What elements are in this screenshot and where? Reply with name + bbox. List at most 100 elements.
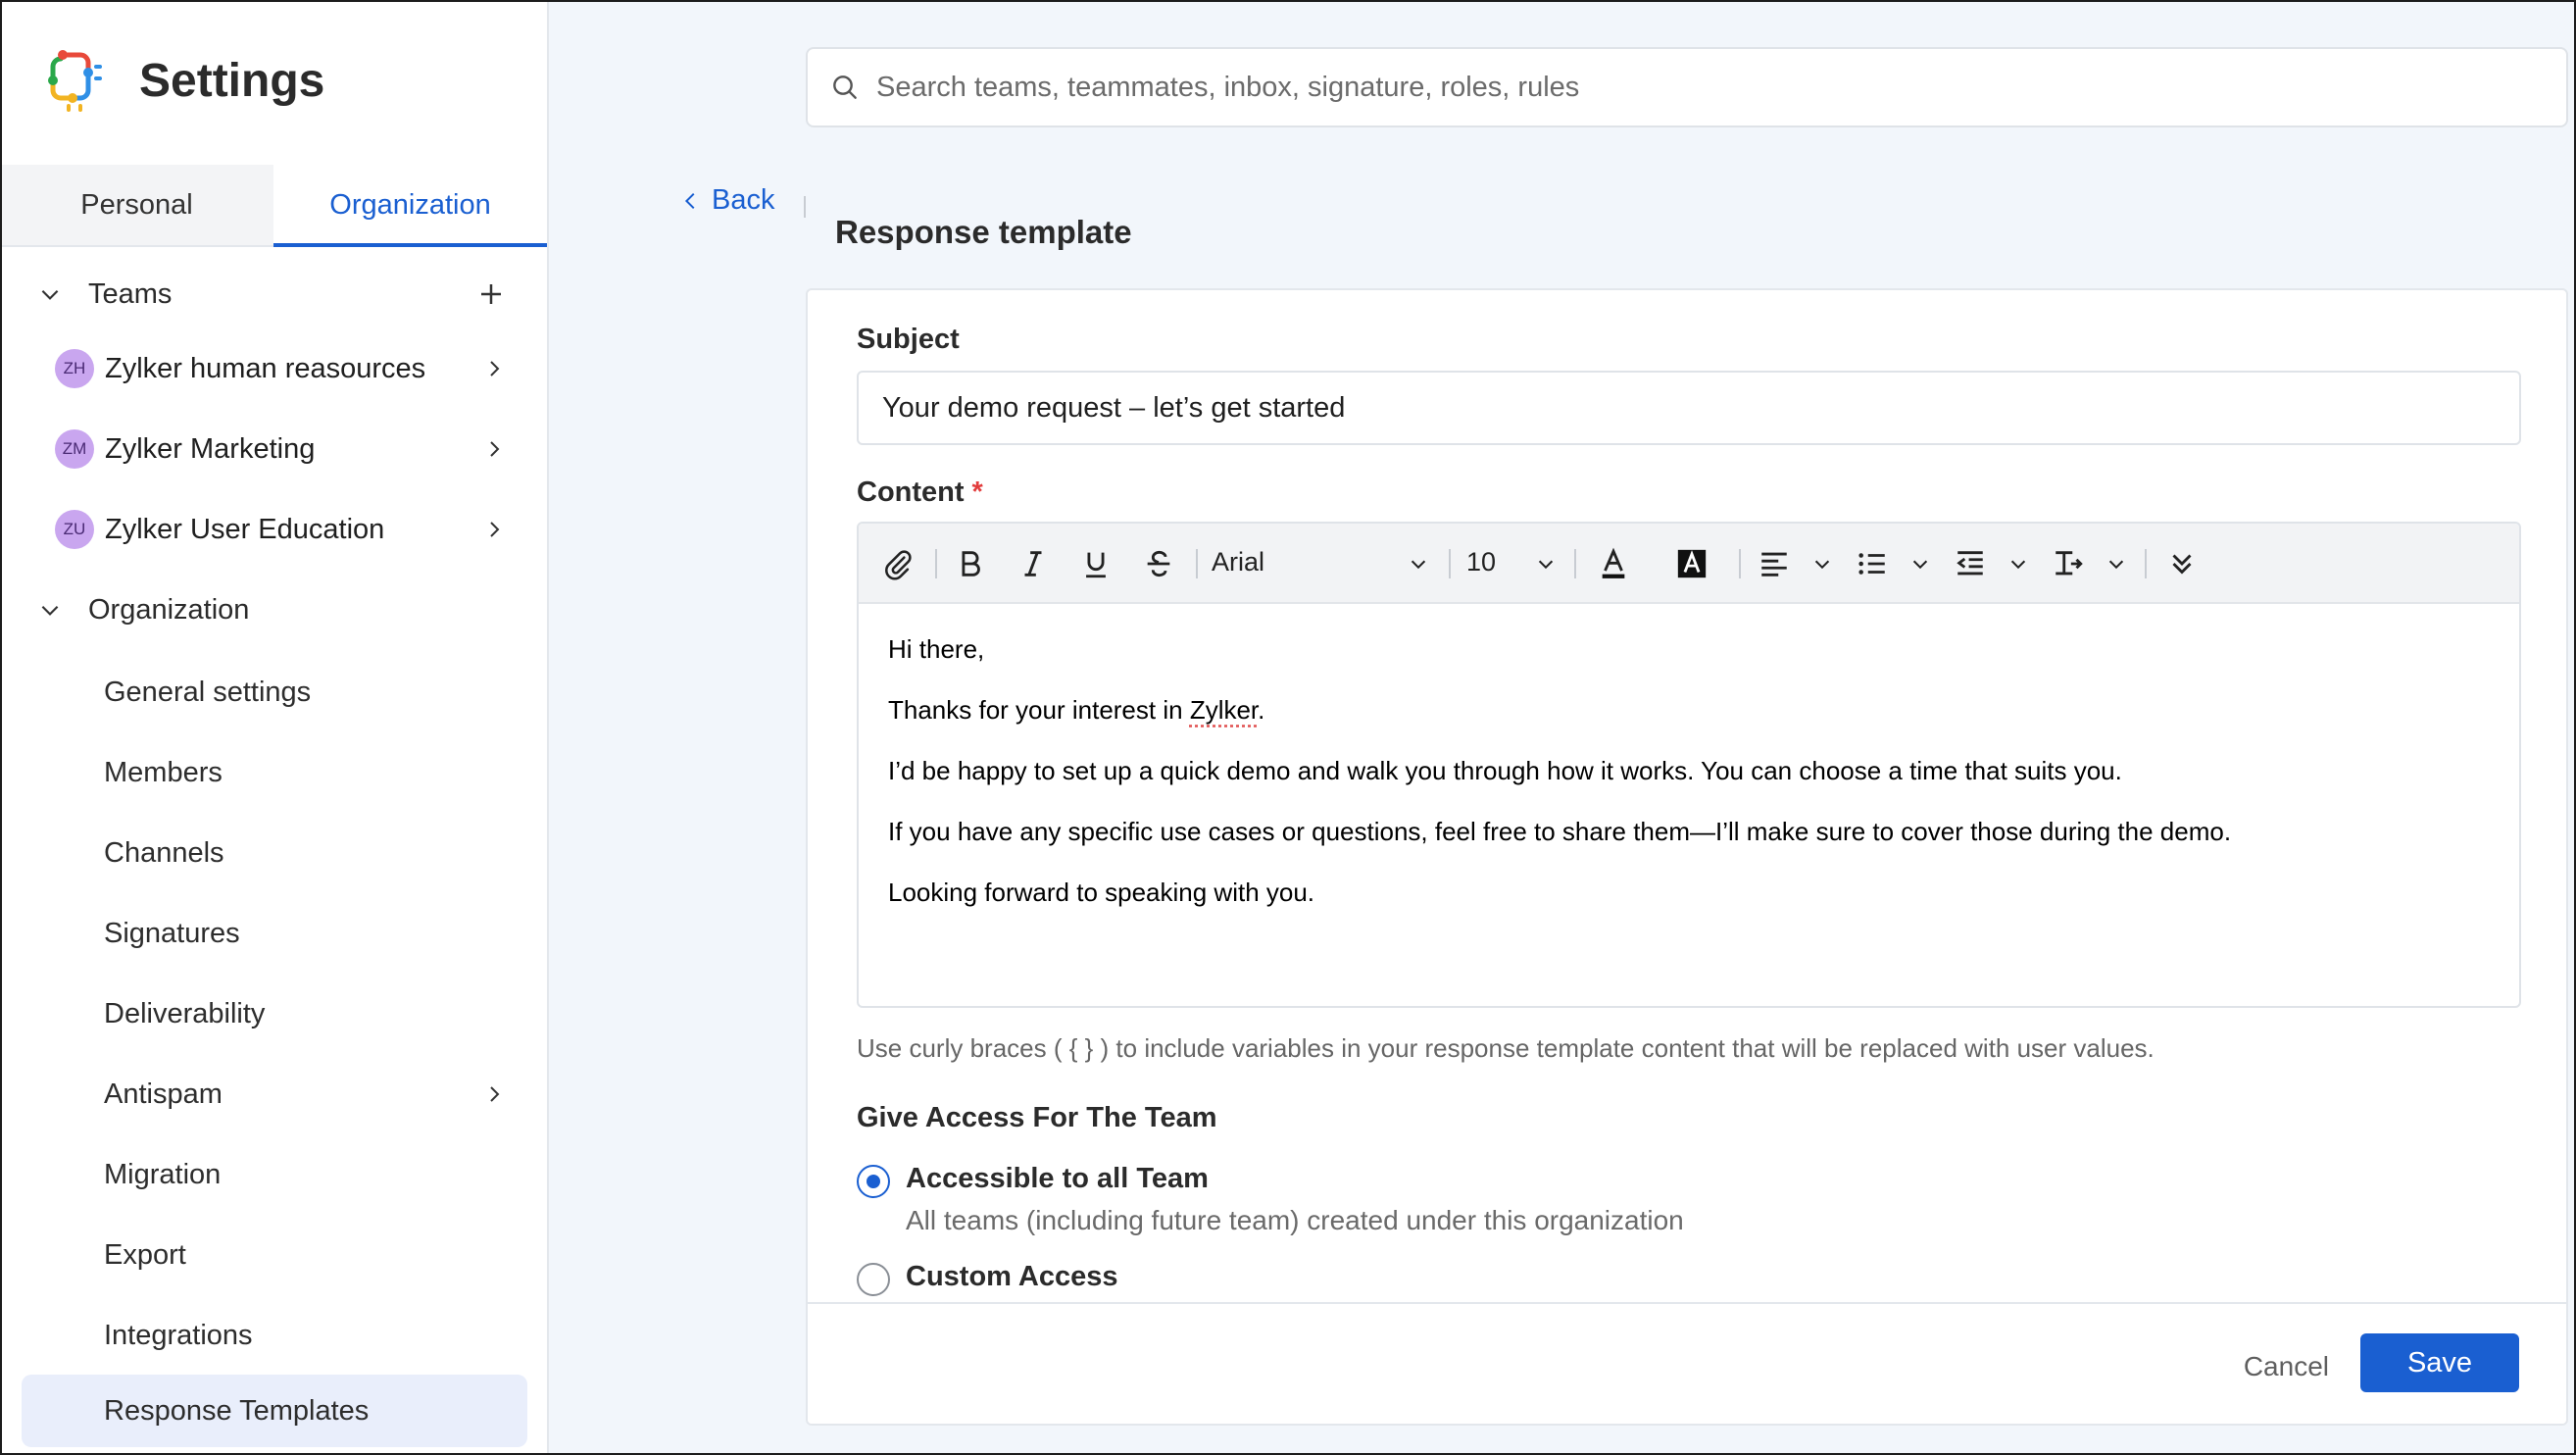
cancel-button[interactable]: Cancel	[2224, 1339, 2349, 1394]
sidebar-item-migration[interactable]: Migration	[0, 1137, 547, 1212]
team-avatar: ZM	[55, 429, 94, 469]
organization-section-header[interactable]: Organization	[0, 573, 547, 647]
text-direction-icon	[2056, 551, 2083, 576]
bullet-list-icon	[1858, 553, 1885, 575]
app-logo-icon	[48, 50, 102, 112]
sidebar-item-label: Migration	[104, 1158, 222, 1190]
team-avatar: ZU	[55, 510, 94, 549]
form-footer: Cancel Save	[808, 1302, 2566, 1424]
content-line: I’d be happy to set up a quick demo and …	[888, 756, 2122, 785]
app-title: Settings	[139, 54, 325, 107]
sidebar-item-response-templates[interactable]: Response Templates	[22, 1375, 527, 1447]
toolbar-divider	[935, 549, 937, 578]
team-avatar: ZH	[55, 349, 94, 388]
font-family-select[interactable]: Arial	[1212, 547, 1264, 577]
chevron-down-icon[interactable]	[2105, 553, 2127, 575]
editor-toolbar: Arial 10	[859, 524, 2519, 604]
content-line: Hi there,	[888, 634, 985, 664]
sidebar-item-label: Channels	[104, 836, 224, 869]
sidebar-item-label: Zylker User Education	[105, 513, 385, 545]
subject-label: Subject	[857, 324, 960, 355]
sidebar-item-export[interactable]: Export	[0, 1218, 547, 1292]
radio-accessible-all[interactable]	[857, 1165, 890, 1198]
outdent-icon	[1957, 551, 1983, 576]
content-text: .	[1258, 695, 1265, 725]
sidebar-item-label: Response Templates	[104, 1394, 370, 1427]
double-chevron-down-icon	[2172, 554, 2192, 575]
sidebar-item-members[interactable]: Members	[0, 735, 547, 810]
italic-button[interactable]	[1014, 544, 1053, 583]
clear-format-button[interactable]	[2049, 544, 2088, 583]
bold-button[interactable]	[951, 544, 990, 583]
sidebar-item-general-settings[interactable]: General settings	[0, 655, 547, 729]
chevron-right-icon	[490, 1086, 500, 1102]
content-label-text: Content	[857, 477, 965, 508]
sidebar-item-label: Zylker human reasources	[105, 352, 426, 384]
subject-input[interactable]	[857, 371, 2521, 445]
teams-section-label: Teams	[88, 277, 173, 310]
italic-icon	[1024, 551, 1042, 577]
strikethrough-icon	[1147, 550, 1170, 577]
sidebar-item-signatures[interactable]: Signatures	[0, 896, 547, 971]
access-option-all[interactable]: Accessible to all Team All teams (includ…	[857, 1163, 1684, 1236]
sidebar: Settings Personal Organization Teams ZH …	[0, 0, 549, 1455]
content-label: Content *	[857, 477, 983, 509]
content-line: Looking forward to speaking with you.	[888, 878, 1315, 907]
editor-content[interactable]: Hi there, Thanks for your interest in Zy…	[888, 633, 2490, 937]
more-tools-button[interactable]	[2162, 544, 2202, 583]
brand: Settings	[39, 41, 324, 120]
font-size-select[interactable]: 10	[1466, 547, 1496, 577]
underline-button[interactable]	[1076, 544, 1115, 583]
add-team-icon[interactable]	[476, 279, 506, 309]
content-line: If you have any specific use cases or qu…	[888, 817, 2232, 846]
underline-icon	[1086, 552, 1106, 578]
organization-section-label: Organization	[88, 593, 250, 626]
option-title: Accessible to all Team	[906, 1163, 1209, 1194]
access-option-custom[interactable]: Custom Access	[857, 1261, 1118, 1296]
strikethrough-button[interactable]	[1139, 544, 1178, 583]
highlight-icon	[1677, 549, 1707, 578]
list-button[interactable]	[1853, 544, 1892, 583]
sidebar-item-label: Members	[104, 756, 223, 788]
page-title: Response template	[835, 214, 1132, 250]
sidebar-item-label: Antispam	[104, 1078, 223, 1110]
sidebar-item-team[interactable]: ZM Zylker Marketing	[0, 412, 547, 486]
attach-button[interactable]	[878, 544, 917, 583]
sidebar-item-channels[interactable]: Channels	[0, 816, 547, 890]
tab-organization[interactable]: Organization	[273, 165, 547, 247]
sidebar-item-team[interactable]: ZU Zylker User Education	[0, 492, 547, 567]
tab-personal[interactable]: Personal	[0, 165, 273, 245]
variables-hint: Use curly braces ( { } ) to include vari…	[857, 1033, 2155, 1063]
teams-section-header[interactable]: Teams	[0, 257, 547, 331]
highlight-color-button[interactable]	[1672, 544, 1711, 583]
sidebar-item-deliverability[interactable]: Deliverability	[0, 977, 547, 1051]
align-button[interactable]	[1755, 544, 1794, 583]
chevron-right-icon	[490, 522, 500, 537]
chevron-down-icon[interactable]	[1909, 553, 1931, 575]
toolbar-divider	[1449, 549, 1451, 578]
sidebar-item-label: Zylker Marketing	[105, 432, 316, 465]
indent-button[interactable]	[1951, 544, 1990, 583]
sidebar-item-team[interactable]: ZH Zylker human reasources	[0, 331, 547, 406]
sidebar-item-label: General settings	[104, 676, 312, 708]
chevron-down-icon[interactable]	[2007, 553, 2029, 575]
save-button[interactable]: Save	[2360, 1333, 2519, 1392]
option-description: All teams (including future team) create…	[906, 1205, 1684, 1235]
search-input[interactable]	[876, 58, 2547, 117]
paperclip-icon	[885, 550, 912, 580]
radio-custom-access[interactable]	[857, 1263, 890, 1296]
sidebar-item-integrations[interactable]: Integrations	[0, 1298, 547, 1373]
chevron-down-icon[interactable]	[1535, 553, 1557, 575]
back-link[interactable]: Back	[680, 184, 774, 217]
required-mark: *	[971, 477, 983, 508]
chevron-down-icon[interactable]	[1408, 553, 1429, 575]
chevron-right-icon	[490, 441, 500, 457]
toolbar-divider	[1196, 549, 1198, 578]
sidebar-item-antispam[interactable]: Antispam	[0, 1057, 547, 1131]
text-color-button[interactable]	[1594, 544, 1633, 583]
search-icon	[833, 75, 857, 99]
spellcheck-word: Zylker	[1189, 695, 1259, 725]
chevron-left-icon	[684, 192, 695, 209]
chevron-down-icon[interactable]	[1811, 553, 1833, 575]
access-heading: Give Access For The Team	[857, 1102, 1217, 1133]
